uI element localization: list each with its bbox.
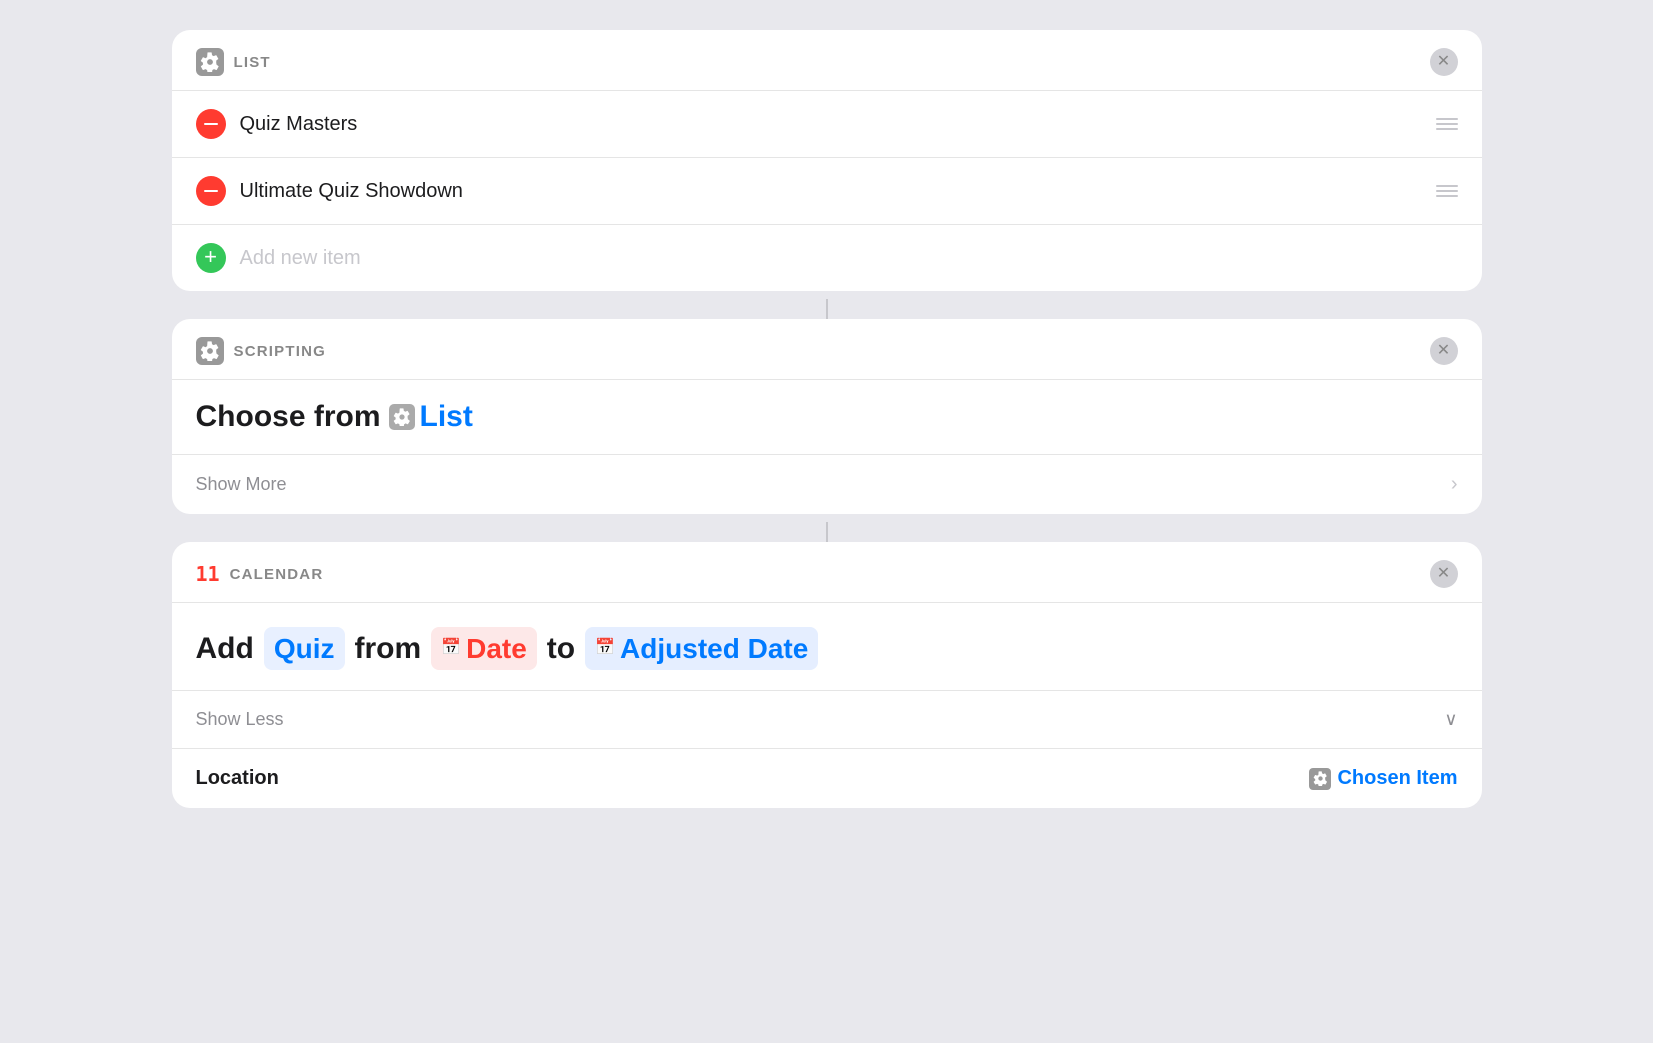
list-close-button[interactable]: ✕: [1430, 48, 1458, 76]
show-more-row[interactable]: Show More ›: [172, 454, 1482, 514]
list-header-left: LIST: [196, 48, 271, 76]
quiz-badge[interactable]: Quiz: [264, 627, 345, 670]
date-badge[interactable]: 📅 Date: [431, 627, 537, 670]
to-label: to: [547, 628, 575, 670]
calendar-icon: 11: [196, 562, 220, 586]
list-card-header: LIST ✕: [172, 30, 1482, 91]
chevron-right-icon: ›: [1451, 473, 1458, 496]
from-label: from: [355, 628, 422, 670]
add-label: Add: [196, 628, 254, 670]
list-gear-icon: [196, 48, 224, 76]
add-item-row[interactable]: Add new item: [172, 225, 1482, 291]
list-header-label: LIST: [234, 54, 271, 71]
list-item-left: Ultimate Quiz Showdown: [196, 176, 463, 206]
drag-handle[interactable]: [1436, 118, 1458, 130]
list-item-text: Ultimate Quiz Showdown: [240, 180, 463, 203]
scripting-body: Choose from List: [172, 380, 1482, 434]
list-item-delete-button[interactable]: [196, 176, 226, 206]
scripting-gear-icon: [196, 337, 224, 365]
connector-line: [826, 299, 828, 319]
show-less-label: Show Less: [196, 709, 284, 730]
calendar-close-button[interactable]: ✕: [1430, 560, 1458, 588]
list-badge-label: List: [420, 400, 473, 434]
adjusted-date-icon: 📅: [595, 637, 615, 659]
location-row: Location Chosen Item: [172, 748, 1482, 808]
add-item-button[interactable]: [196, 243, 226, 273]
list-badge[interactable]: List: [389, 400, 473, 434]
add-item-left: Add new item: [196, 243, 361, 273]
scripting-card-header: SCRIPTING ✕: [172, 319, 1482, 380]
scripting-close-button[interactable]: ✕: [1430, 337, 1458, 365]
date-icon: 📅: [441, 637, 461, 659]
date-badge-label: Date: [466, 629, 527, 668]
adjusted-date-badge[interactable]: 📅 Adjusted Date: [585, 627, 818, 670]
calendar-body: Add Quiz from 📅 Date to 📅 Adjusted Date: [172, 603, 1482, 670]
badge-gear-icon: [389, 404, 415, 430]
list-item-text: Quiz Masters: [240, 113, 358, 136]
scripting-card: SCRIPTING ✕ Choose from List Show More ›: [172, 319, 1482, 514]
chosen-item-gear-icon: [1309, 768, 1331, 790]
scripting-header-label: SCRIPTING: [234, 343, 326, 360]
calendar-header-left: 11 CALENDAR: [196, 562, 324, 586]
chevron-down-icon: ∨: [1444, 709, 1457, 730]
chosen-item-badge[interactable]: Chosen Item: [1309, 767, 1457, 790]
scripting-title: Choose from List: [196, 400, 1458, 434]
location-label: Location: [196, 767, 279, 790]
chosen-item-label: Chosen Item: [1337, 767, 1457, 790]
list-item: Ultimate Quiz Showdown: [172, 158, 1482, 225]
list-card: LIST ✕ Quiz Masters Ultimate Quiz Showdo…: [172, 30, 1482, 291]
choose-from-label: Choose from: [196, 400, 381, 434]
calendar-header-label: CALENDAR: [230, 566, 324, 583]
list-item-left: Quiz Masters: [196, 109, 358, 139]
drag-handle[interactable]: [1436, 185, 1458, 197]
scripting-header-left: SCRIPTING: [196, 337, 326, 365]
calendar-title: Add Quiz from 📅 Date to 📅 Adjusted Date: [196, 627, 1458, 670]
add-item-placeholder: Add new item: [240, 247, 361, 270]
adjusted-date-label: Adjusted Date: [620, 629, 808, 668]
show-less-row[interactable]: Show Less ∨: [172, 690, 1482, 748]
list-item-delete-button[interactable]: [196, 109, 226, 139]
show-more-label: Show More: [196, 474, 287, 495]
calendar-card: 11 CALENDAR ✕ Add Quiz from 📅 Date to 📅 …: [172, 542, 1482, 808]
connector-line-2: [826, 522, 828, 542]
calendar-card-header: 11 CALENDAR ✕: [172, 542, 1482, 603]
list-item: Quiz Masters: [172, 91, 1482, 158]
